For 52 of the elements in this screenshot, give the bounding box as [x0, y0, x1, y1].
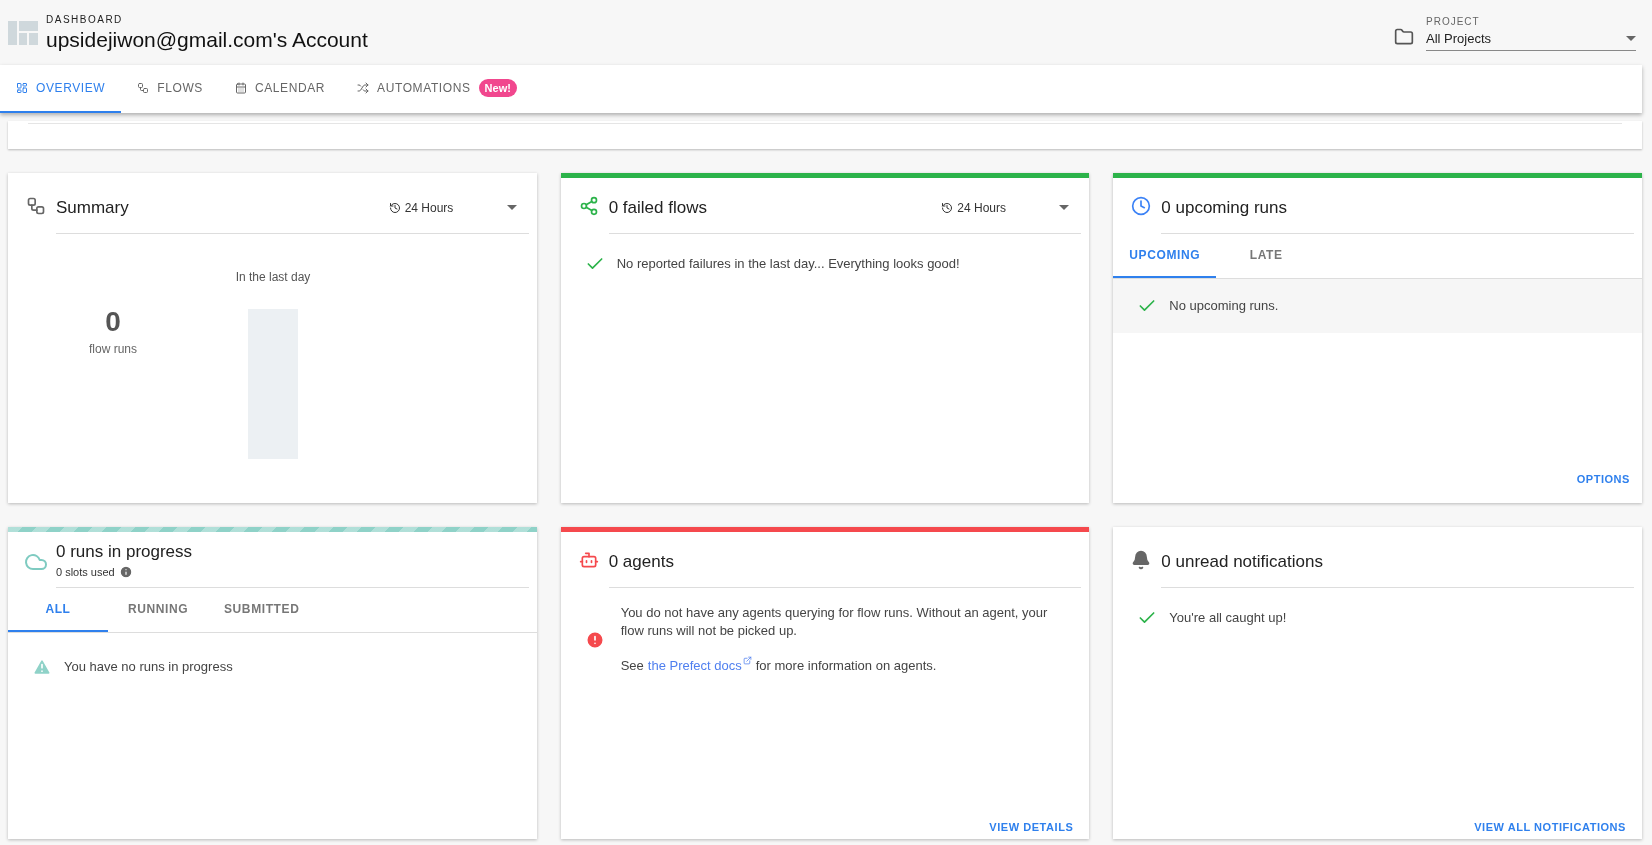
docs-link[interactable]: the Prefect docs [647, 656, 752, 676]
agent-warning-text: You do not have any agents querying for flow runs. Without an agent, your flow runs will not be picked up. [620, 604, 1049, 640]
nav-tab[interactable]: OVERVIEW [0, 65, 122, 113]
nav-tab[interactable]: AUTOMATIONS New! [341, 65, 533, 113]
info-icon [118, 565, 133, 580]
status-message: No upcoming runs. [1169, 297, 1279, 316]
external-link-icon [742, 656, 752, 665]
caret-icon [1626, 36, 1636, 41]
card-title: Summary [56, 196, 129, 219]
folder-icon [1394, 27, 1414, 48]
card-tab[interactable]: ALL [8, 588, 108, 632]
dashboard-icon [16, 82, 28, 94]
time-range-dropdown[interactable]: 24 Hours [388, 198, 517, 217]
view-notifications-button[interactable]: VIEW ALL NOTIFICATIONS [1474, 818, 1626, 835]
card-tab[interactable]: RUNNING [108, 588, 208, 632]
project-select[interactable]: PROJECT All Projects [1426, 13, 1636, 52]
card-title: 0 failed flows [608, 196, 707, 219]
history-icon [941, 201, 954, 214]
nav-tab[interactable]: FLOWS [121, 65, 219, 113]
nav-tab[interactable]: CALENDAR [218, 65, 342, 113]
clock-icon [1131, 196, 1152, 216]
docs-note-text: for more information on agents. [755, 657, 937, 675]
run-count: 0 [105, 308, 121, 336]
new-badge: New! [478, 78, 517, 98]
card-subtitle: 0 slots used [56, 565, 115, 580]
card-tab[interactable]: SUBMITTED [208, 588, 316, 632]
history-icon [388, 201, 401, 214]
card-title: 0 unread notifications [1161, 550, 1323, 573]
shuffle-icon [357, 82, 370, 94]
account-title: upsidejiwon@gmail.com's Account [46, 26, 368, 53]
section-label: DASHBOARD [46, 12, 124, 27]
card-tab[interactable]: LATE [1216, 234, 1317, 278]
count-label: flow runs [89, 341, 137, 358]
docs-note-text: See [620, 657, 644, 675]
status-message: You're all caught up! [1169, 609, 1287, 628]
robot-icon [578, 550, 599, 570]
bell-icon [1131, 550, 1152, 570]
caret-icon [1059, 205, 1070, 210]
status-message: No reported failures in the last day... Everything looks good! [616, 255, 960, 274]
warning-icon [32, 657, 52, 677]
card-title: 0 upcoming runs [1161, 196, 1287, 219]
error-icon [584, 629, 605, 650]
options-button[interactable]: OPTIONS [1576, 470, 1630, 487]
calendar-icon [234, 82, 247, 94]
caret-icon [506, 205, 517, 210]
card-title: 0 runs in progress [56, 540, 193, 563]
view-details-button[interactable]: VIEW DETAILS [989, 818, 1074, 835]
chart-caption: In the last day [235, 269, 311, 286]
card-title: 0 agents [608, 550, 674, 573]
status-message: You have no runs in progress [64, 658, 233, 677]
time-range-dropdown[interactable]: 24 Hours [941, 198, 1070, 217]
dashboard-logo-icon [8, 20, 38, 45]
